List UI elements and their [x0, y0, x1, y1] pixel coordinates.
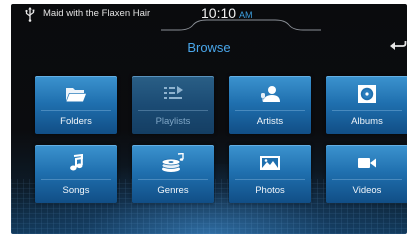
now-playing-title: Maid with the Flaxen Hair — [43, 8, 151, 19]
tile-label: Artists — [256, 116, 284, 127]
tile-photos[interactable]: Photos — [229, 145, 311, 203]
tile-divider — [235, 179, 305, 180]
video-camera-icon — [326, 153, 407, 173]
album-icon — [326, 84, 407, 104]
media-screen: Maid with the Flaxen Hair 10:10 AM Browse… — [11, 4, 407, 234]
tile-label: Albums — [351, 116, 383, 127]
tile-videos[interactable]: Videos — [326, 145, 407, 203]
tile-divider — [138, 179, 208, 180]
folder-icon — [35, 84, 117, 104]
usb-icon — [25, 7, 35, 22]
tile-divider — [41, 179, 111, 180]
page-title: Browse — [187, 40, 231, 55]
photo-icon — [229, 153, 311, 173]
tile-divider — [332, 110, 402, 111]
genres-icon — [132, 153, 214, 173]
tile-folders[interactable]: Folders — [35, 76, 117, 134]
tile-label: Genres — [157, 185, 189, 196]
tile-label: Photos — [255, 185, 285, 196]
status-bar: Maid with the Flaxen Hair 10:10 AM — [11, 4, 407, 31]
tile-divider — [138, 110, 208, 111]
tile-divider — [332, 179, 402, 180]
tile-divider — [41, 110, 111, 111]
artist-icon — [229, 84, 311, 104]
music-note-icon — [35, 153, 117, 173]
tile-label: Folders — [60, 116, 92, 127]
tile-genres[interactable]: Genres — [132, 145, 214, 203]
tile-albums[interactable]: Albums — [326, 76, 407, 134]
tile-songs[interactable]: Songs — [35, 145, 117, 203]
tile-divider — [235, 110, 305, 111]
playlist-icon — [132, 84, 214, 104]
tile-label: Videos — [352, 185, 382, 196]
back-button[interactable] — [389, 38, 407, 54]
tile-artists[interactable]: Artists — [229, 76, 311, 134]
tile-playlists[interactable]: Playlists — [132, 76, 214, 134]
tile-label: Playlists — [155, 116, 191, 127]
tile-label: Songs — [62, 185, 90, 196]
status-divider — [161, 19, 321, 31]
